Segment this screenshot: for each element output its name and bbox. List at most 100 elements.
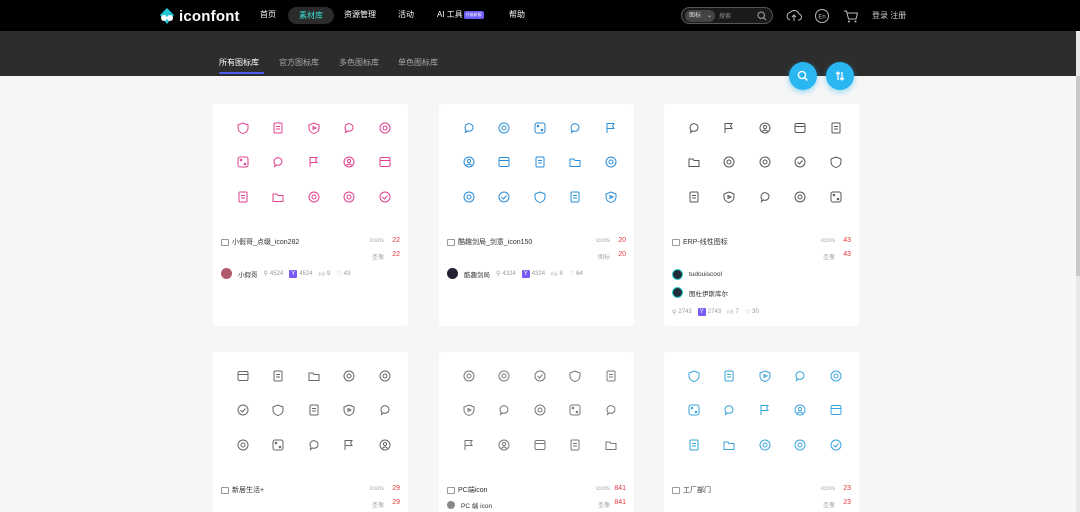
- library-circle-icon[interactable]: [308, 191, 320, 203]
- library-check-icon[interactable]: [534, 370, 546, 382]
- library-play-icon[interactable]: [343, 404, 355, 416]
- library-circle-icon[interactable]: [534, 404, 546, 416]
- language-icon[interactable]: En: [814, 8, 830, 24]
- library-window-icon[interactable]: [534, 439, 546, 451]
- icon-library-card[interactable]: 工厂部门 icons 23 圣像 23: [664, 352, 859, 512]
- library-play-icon[interactable]: [605, 191, 617, 203]
- cart-icon[interactable]: [843, 8, 859, 24]
- library-grid-icon[interactable]: [830, 191, 842, 203]
- library-doc-icon[interactable]: [723, 370, 735, 382]
- icon-library-card[interactable]: ERP-线性图标 icons 43 圣像 43 tudouiscool 图杜伊斯库尔 ⚲ 27…: [664, 104, 859, 326]
- library-circle-icon[interactable]: [343, 370, 355, 382]
- library-circle-icon[interactable]: [759, 156, 771, 168]
- floating-search-button[interactable]: [789, 62, 817, 90]
- floating-sort-button[interactable]: [826, 62, 854, 90]
- library-folder-icon[interactable]: [723, 439, 735, 451]
- library-doc-icon[interactable]: [605, 370, 617, 382]
- library-folder-icon[interactable]: [308, 370, 320, 382]
- library-check-icon[interactable]: [830, 439, 842, 451]
- library-flag-icon[interactable]: [759, 404, 771, 416]
- library-doc-icon[interactable]: [688, 191, 700, 203]
- iconfont-logo[interactable]: iconfont: [158, 6, 240, 26]
- library-person-icon[interactable]: [379, 439, 391, 451]
- nav-events[interactable]: 活动: [398, 9, 414, 20]
- library-grid-icon[interactable]: [688, 404, 700, 416]
- library-bubble-icon[interactable]: [463, 122, 475, 134]
- search-input[interactable]: 搜索: [719, 11, 731, 20]
- icon-library-card[interactable]: PC端icon icons 841 圣像 841 PC 端 icon: [439, 352, 634, 512]
- library-grid-icon[interactable]: [569, 404, 581, 416]
- library-shield-icon[interactable]: [830, 156, 842, 168]
- library-doc-icon[interactable]: [237, 191, 249, 203]
- library-circle-icon[interactable]: [379, 370, 391, 382]
- library-circle-icon[interactable]: [498, 370, 510, 382]
- library-folder-icon[interactable]: [272, 191, 284, 203]
- library-shield-icon[interactable]: [272, 404, 284, 416]
- library-bubble-icon[interactable]: [688, 122, 700, 134]
- library-grid-icon[interactable]: [534, 122, 546, 134]
- library-doc-icon[interactable]: [688, 439, 700, 451]
- library-bubble-icon[interactable]: [308, 439, 320, 451]
- icon-library-card[interactable]: 小假哥_点缀_icon282 icons 22 圣像 22 小假哥 ⚲ 4524 Y 4524…: [213, 104, 408, 326]
- library-flag-icon[interactable]: [343, 439, 355, 451]
- library-play-icon[interactable]: [723, 191, 735, 203]
- nav-ai-tools[interactable]: AI 工具 升级新版: [437, 9, 484, 20]
- library-check-icon[interactable]: [794, 156, 806, 168]
- author-row[interactable]: tudouiscool: [672, 269, 722, 280]
- icon-library-card[interactable]: 新居生活+ icons 29 圣像 29: [213, 352, 408, 512]
- library-circle-icon[interactable]: [498, 122, 510, 134]
- author-row[interactable]: PC 端 icon: [447, 500, 492, 510]
- library-folder-icon[interactable]: [688, 156, 700, 168]
- library-bubble-icon[interactable]: [794, 370, 806, 382]
- library-bubble-icon[interactable]: [569, 122, 581, 134]
- library-person-icon[interactable]: [794, 404, 806, 416]
- library-person-icon[interactable]: [498, 439, 510, 451]
- library-circle-icon[interactable]: [830, 370, 842, 382]
- library-bubble-icon[interactable]: [343, 122, 355, 134]
- library-bubble-icon[interactable]: [272, 156, 284, 168]
- icon-library-card[interactable]: 酷趣剑局_剑意_icon150 icons 20 图标 20 酷趣剑局 ⚲ 4324 Y 43…: [439, 104, 634, 326]
- library-check-icon[interactable]: [379, 191, 391, 203]
- library-circle-icon[interactable]: [237, 439, 249, 451]
- library-grid-icon[interactable]: [272, 439, 284, 451]
- library-circle-icon[interactable]: [794, 191, 806, 203]
- library-flag-icon[interactable]: [605, 122, 617, 134]
- upload-icon[interactable]: [786, 8, 802, 24]
- library-title[interactable]: ERP-线性图标: [672, 237, 728, 247]
- library-circle-icon[interactable]: [605, 156, 617, 168]
- library-shield-icon[interactable]: [237, 122, 249, 134]
- search-icon[interactable]: [757, 11, 767, 21]
- library-circle-icon[interactable]: [343, 191, 355, 203]
- search-box[interactable]: 图标 ⌄ 搜索: [681, 7, 773, 24]
- nav-resources[interactable]: 资源管理: [344, 9, 376, 20]
- library-play-icon[interactable]: [759, 370, 771, 382]
- library-doc-icon[interactable]: [308, 404, 320, 416]
- library-window-icon[interactable]: [379, 156, 391, 168]
- library-check-icon[interactable]: [498, 191, 510, 203]
- nav-help[interactable]: 帮助: [509, 9, 525, 20]
- library-doc-icon[interactable]: [830, 122, 842, 134]
- library-doc-icon[interactable]: [534, 156, 546, 168]
- library-check-icon[interactable]: [237, 404, 249, 416]
- tab-all-libraries[interactable]: 所有图标库: [219, 57, 259, 68]
- library-window-icon[interactable]: [794, 122, 806, 134]
- library-person-icon[interactable]: [463, 156, 475, 168]
- library-doc-icon[interactable]: [272, 370, 284, 382]
- library-circle-icon[interactable]: [463, 370, 475, 382]
- library-flag-icon[interactable]: [463, 439, 475, 451]
- library-shield-icon[interactable]: [688, 370, 700, 382]
- library-bubble-icon[interactable]: [498, 404, 510, 416]
- library-doc-icon[interactable]: [569, 439, 581, 451]
- nav-library[interactable]: 素材库: [288, 7, 334, 24]
- library-title[interactable]: 小假哥_点缀_icon282: [221, 237, 299, 247]
- library-circle-icon[interactable]: [723, 156, 735, 168]
- library-shield-icon[interactable]: [534, 191, 546, 203]
- author-row[interactable]: 图杜伊斯库尔: [672, 287, 728, 298]
- library-title[interactable]: PC端icon: [447, 485, 488, 495]
- library-shield-icon[interactable]: [569, 370, 581, 382]
- tab-mono-libraries[interactable]: 单色图标库: [398, 57, 438, 68]
- library-window-icon[interactable]: [237, 370, 249, 382]
- library-bubble-icon[interactable]: [723, 404, 735, 416]
- library-folder-icon[interactable]: [569, 156, 581, 168]
- library-title[interactable]: 新居生活+: [221, 485, 264, 495]
